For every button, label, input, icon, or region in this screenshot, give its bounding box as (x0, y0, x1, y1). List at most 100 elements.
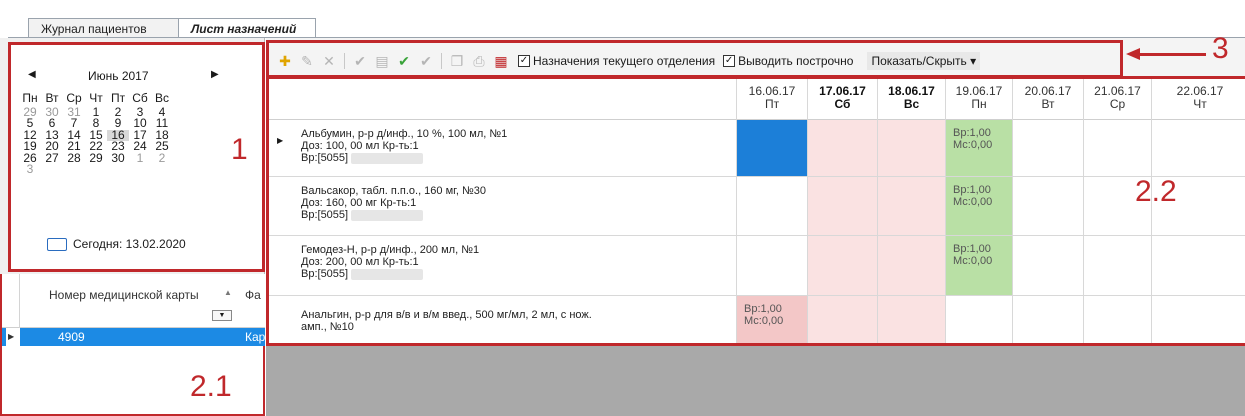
prescription-panel: ✚ ✎ ✕ ✔ ▤ ✔ ✔ ❐ ⎙ ▦ ✓ Назначения текущего отделен… (266, 32, 1245, 416)
checkbox-checked-icon: ✓ (723, 55, 736, 67)
date-column-header[interactable]: 21.06.17 Ср (1083, 79, 1151, 120)
copy-icon[interactable]: ❐ (448, 53, 466, 69)
checkbox-checked-icon: ✓ (518, 55, 530, 67)
add-icon[interactable]: ✚ (276, 53, 294, 69)
prescription-line-text: Доз: 100, 00 мл Кр-ть:1 (301, 140, 419, 152)
annotation-badge-2-1: 2.1 (190, 370, 232, 403)
prescription-line-text: амп., №10 (301, 321, 354, 333)
schedule-cell-line: Вр:1,00 (953, 184, 991, 196)
schedule-cell-done[interactable]: Вр:1,00 Мс:0,00 (946, 177, 1012, 235)
prescription-line: Вр:[5055] (301, 209, 486, 221)
prescription-line-text: Доз: 200, 00 мл Кр-ть:1 (301, 256, 419, 268)
toolbar-items: ✚ ✎ ✕ ✔ ▤ ✔ ✔ ❐ ⎙ ▦ ✓ Назначения текущего отделен… (276, 52, 981, 70)
row-selector-header (2, 274, 20, 328)
schedule-cell-done[interactable]: Вр:1,00 Мс:0,00 (946, 236, 1012, 295)
prescription-description: Вальсакор, табл. п.п.о., 160 мг, №30 Доз:… (301, 185, 486, 221)
prev-month-icon[interactable]: ◀ (28, 69, 36, 80)
date-column-header[interactable]: 18.06.17 Вс (877, 79, 945, 120)
tab-patient-journal[interactable]: Журнал пациентов (28, 18, 180, 38)
print-icon[interactable]: ⎙ (470, 53, 488, 69)
toolbar: ✚ ✎ ✕ ✔ ▤ ✔ ✔ ❐ ⎙ ▦ ✓ Назначения текущего отделен… (266, 32, 1245, 80)
check-list-icon[interactable]: ✔ (395, 53, 413, 69)
date-column-header[interactable]: 16.06.17 Пт (736, 79, 807, 120)
prescription-description: Альбумин, р-р д/инф., 10 %, 100 мл, №1 До… (301, 128, 507, 164)
prescription-line: Вальсакор, табл. п.п.о., 160 мг, №30 (301, 185, 486, 197)
tab-prescription-sheet[interactable]: Лист назначений (178, 18, 316, 39)
date-column-header[interactable]: 20.06.17 Вт (1012, 79, 1083, 120)
confirm-icon[interactable]: ✔ (351, 53, 369, 69)
calendar-grid: Пн Вт Ср Чт Пт Сб Вс 29 30 31 1 2 3 4 5 6 7 8 9 10 11 12 13 14 1… (19, 91, 173, 176)
tab-bar: Журнал пациентов Лист назначений (0, 0, 1245, 39)
redacted-text (351, 152, 424, 164)
redacted-text (351, 209, 424, 221)
sort-ascending-icon[interactable]: ▲ (224, 288, 232, 297)
weekday-label: Сб (834, 97, 851, 111)
calendar-month-label: Июнь 2017 (88, 69, 149, 83)
toolbar-separator (441, 53, 442, 69)
surname-cell: Кар (245, 330, 266, 344)
patient-list: Номер медицинской карты ▲ ▼ Фа ▶ 4909 Ка… (0, 274, 265, 416)
edit-icon[interactable]: ✎ (298, 53, 316, 69)
row-output-label: Выводить построчно (738, 54, 854, 68)
prescription-line-text: Альбумин, р-р д/инф., 10 %, 100 мл, №1 (301, 128, 508, 140)
weekday-label: Пн (22, 91, 38, 105)
next-month-icon[interactable]: ▶ (211, 69, 219, 80)
patient-list-header: Номер медицинской карты ▲ ▼ Фа (2, 274, 265, 328)
today-marker-icon (47, 237, 67, 251)
current-row-indicator-icon: ▶ (6, 328, 20, 346)
schedule-cell-line: Вр:1,00 (953, 127, 991, 139)
current-department-label: Назначения текущего отделения (533, 54, 716, 68)
show-hide-dropdown[interactable]: Показать/Скрыть ▾ (867, 52, 981, 70)
calendar-day[interactable]: 1 (129, 152, 151, 165)
weekday-label: Пт (764, 97, 780, 111)
approve-icon[interactable]: ✔ (417, 53, 435, 69)
prescription-line: Доз: 200, 00 мл Кр-ть:1 (301, 256, 479, 268)
calendar-day[interactable]: 27 (41, 152, 63, 165)
schedule-cell-line: Мс:0,00 (744, 315, 784, 327)
calendar-day[interactable]: 29 (85, 152, 107, 165)
current-row-indicator-icon: ▶ (277, 136, 284, 145)
schedule-cell-selected[interactable] (737, 120, 807, 176)
prescription-description: Гемодез-Н, р-р д/инф., 200 мл, №1 Доз: 20… (301, 244, 479, 280)
schedule-cell-line: Мс:0,00 (953, 139, 993, 151)
calendar-day[interactable]: 3 (19, 163, 41, 176)
table-row[interactable]: ▶ 4909 Кар (2, 328, 265, 346)
left-panel: ◀ Июнь 2017 ▶ Пн Вт Ср Чт Пт Сб Вс 29 30 31 1 2 3 4 5 6… (0, 38, 265, 416)
weekday-label: Ср (66, 91, 82, 105)
calendar-day[interactable]: 30 (107, 152, 129, 165)
schedule-cell-line: Мс:0,00 (953, 196, 993, 208)
prescription-line: Гемодез-Н, р-р д/инф., 200 мл, №1 (301, 244, 479, 256)
filter-dropdown-icon[interactable]: ▼ (212, 310, 232, 321)
schedule-cell-line: Мс:0,00 (953, 255, 993, 267)
document-icon[interactable]: ▤ (373, 53, 391, 69)
table-row[interactable]: Вальсакор, табл. п.п.о., 160 мг, №30 Доз:… (269, 177, 1245, 236)
prescription-description: Анальгин, р-р для в/в и в/м введ., 500 м… (301, 309, 592, 333)
calendar-today-row[interactable]: Сегодня: 13.02.2020 (47, 237, 186, 251)
weekday-label: Чт (89, 91, 103, 105)
weekday-label: Пт (110, 91, 126, 105)
prescription-line: Альбумин, р-р д/инф., 10 %, 100 мл, №1 (301, 128, 507, 140)
prescription-line-text: Вр:[5055] (301, 268, 349, 280)
weekday-label: Сб (132, 91, 148, 105)
date-column-header[interactable]: 22.06.17 Чт (1151, 79, 1245, 120)
toolbar-separator (344, 53, 345, 69)
calendar-highlight-frame: ◀ Июнь 2017 ▶ Пн Вт Ср Чт Пт Сб Вс 29 30 31 1 2 3 4 5 6… (8, 42, 265, 272)
delete-icon[interactable]: ✕ (320, 53, 338, 69)
redacted-text (351, 268, 424, 280)
date-column-header[interactable]: 17.06.17 Сб (807, 79, 877, 120)
schedule-cell-missed[interactable]: Вр:1,00 Мс:0,00 (737, 296, 807, 343)
table-row[interactable]: Гемодез-Н, р-р д/инф., 200 мл, №1 Доз: 20… (269, 236, 1245, 296)
prescription-grid: 16.06.17 Пт 17.06.17 Сб 18.06.17 Вс 19.06.17 Пн… (266, 76, 1245, 346)
annotation-badge-1: 1 (231, 133, 248, 166)
date-column-header[interactable]: 19.06.17 Пн (945, 79, 1012, 120)
row-output-checkbox[interactable]: ✓ Выводить построчно (723, 54, 853, 68)
weekday-label: Вс (154, 91, 169, 105)
calendar-icon[interactable]: ▦ (492, 53, 510, 69)
current-department-checkbox[interactable]: ✓ Назначения текущего отделения (518, 54, 715, 68)
calendar-day[interactable]: 2 (151, 152, 173, 165)
column-header-card-number[interactable]: Номер медицинской карты (49, 288, 219, 302)
calendar-day[interactable]: 28 (63, 152, 85, 165)
calendar: ◀ Июнь 2017 ▶ Пн Вт Ср Чт Пт Сб Вс 29 30 31 1 2 3 4 5 6… (16, 69, 246, 175)
schedule-cell-done[interactable]: Вр:1,00 Мс:0,00 (946, 120, 1012, 176)
column-header-surname[interactable]: Фа (245, 288, 261, 302)
